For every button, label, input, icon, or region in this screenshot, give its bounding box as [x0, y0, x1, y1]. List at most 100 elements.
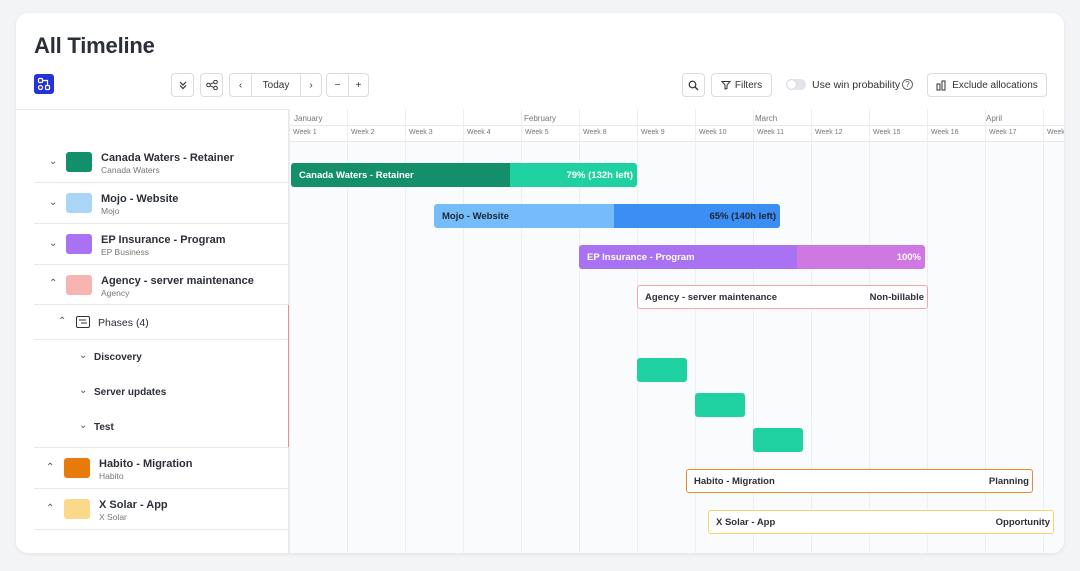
- bar-label: Canada Waters - Retainer: [291, 163, 510, 187]
- week-label: Week 11: [757, 129, 784, 136]
- bar-mojo[interactable]: Mojo - Website 65% (140h left): [434, 204, 780, 228]
- zoom-in-button[interactable]: +: [348, 74, 368, 96]
- project-client: Agency: [101, 288, 130, 298]
- bar-habito[interactable]: Habito - Migration Planning: [686, 469, 1033, 493]
- month-label: January: [294, 114, 323, 123]
- project-name: X Solar - App: [99, 499, 168, 511]
- chevron-down-icon[interactable]: ⌄: [49, 197, 57, 208]
- bar-label: X Solar - App: [716, 516, 776, 528]
- bar-agency[interactable]: Agency - server maintenance Non-billable: [637, 285, 928, 309]
- week-label: Week 9: [641, 129, 665, 136]
- chevron-down-icon[interactable]: ⌄: [49, 238, 57, 249]
- project-client: X Solar: [99, 512, 127, 522]
- week-label: Week 4: [467, 129, 491, 136]
- exclude-allocations-label: Exclude allocations: [952, 79, 1038, 91]
- timeline-card: All Timeline ‹ Today › − + Filters Use w…: [16, 13, 1064, 553]
- bar-status: Opportunity: [995, 516, 1050, 528]
- project-row-mojo[interactable]: ⌄ Mojo - Website Mojo: [34, 183, 288, 224]
- chevron-down-icon[interactable]: ⌄: [79, 420, 87, 431]
- project-client: Canada Waters: [101, 165, 160, 175]
- project-row-ep-insurance[interactable]: ⌄ EP Insurance - Program EP Business: [34, 224, 288, 265]
- search-button[interactable]: [682, 73, 705, 97]
- bar-label: Habito - Migration: [694, 475, 775, 487]
- project-color-swatch: [66, 275, 92, 295]
- collapse-all-button[interactable]: [171, 73, 194, 97]
- project-name: Mojo - Website: [101, 193, 179, 205]
- win-probability-toggle[interactable]: [786, 79, 806, 90]
- week-label: Week 10: [699, 129, 727, 136]
- project-row-agency[interactable]: ⌃ Agency - server maintenance Agency: [34, 265, 288, 305]
- chevron-up-icon[interactable]: ⌃: [46, 503, 54, 514]
- help-icon[interactable]: ?: [902, 79, 913, 90]
- chevron-left-icon: ‹: [238, 79, 243, 91]
- share-icon: [205, 80, 218, 90]
- bar-canada-waters[interactable]: Canada Waters - Retainer 79% (132h left): [291, 163, 637, 187]
- chevron-up-icon[interactable]: ⌃: [49, 278, 57, 289]
- chevron-up-icon[interactable]: ⌃: [46, 462, 54, 473]
- project-color-swatch: [66, 152, 92, 172]
- week-label: Week 15: [873, 129, 901, 136]
- chevron-down-icon[interactable]: ⌄: [79, 350, 87, 361]
- bar-progress: 79% (132h left): [510, 163, 637, 187]
- project-row-canada-waters[interactable]: ⌄ Canada Waters - Retainer Canada Waters: [34, 142, 288, 183]
- phases-header-row[interactable]: ⌃ Phases (4): [34, 305, 288, 340]
- bar-label: Agency - server maintenance: [645, 291, 778, 303]
- phase-bar-discovery[interactable]: [637, 358, 687, 382]
- project-name: Agency - server maintenance: [101, 275, 254, 287]
- project-color-swatch: [66, 193, 92, 213]
- project-client: EP Business: [101, 247, 150, 257]
- zoom-out-button[interactable]: −: [327, 74, 348, 96]
- filter-icon: [720, 81, 731, 90]
- phase-bar-test[interactable]: [753, 428, 803, 452]
- phase-bar-server-updates[interactable]: [695, 393, 745, 417]
- project-client: Habito: [99, 471, 124, 481]
- week-column: [637, 109, 638, 553]
- phase-row-server-updates[interactable]: ⌄ Server updates: [34, 375, 288, 410]
- week-label: Week 17: [989, 129, 1017, 136]
- bar-status: Non-billable: [869, 291, 924, 303]
- bar-chart-icon: [936, 80, 946, 90]
- exclude-allocations-button[interactable]: Exclude allocations: [927, 73, 1047, 97]
- chevron-down-icon[interactable]: ⌄: [49, 156, 57, 167]
- project-name: EP Insurance - Program: [101, 234, 226, 246]
- bar-label: Mojo - Website: [434, 204, 614, 228]
- bar-status: Planning: [988, 475, 1029, 487]
- zoom-controls: − +: [326, 73, 369, 97]
- app-logo-icon[interactable]: [34, 74, 54, 94]
- today-button[interactable]: Today: [251, 74, 300, 96]
- week-label: Week 5: [525, 129, 549, 136]
- project-client: Mojo: [101, 206, 120, 216]
- filters-button[interactable]: Filters: [711, 73, 772, 97]
- share-button[interactable]: [200, 73, 223, 97]
- chevron-down-icon[interactable]: ⌄: [79, 385, 87, 396]
- filters-label: Filters: [734, 79, 763, 91]
- phase-name: Test: [94, 422, 114, 433]
- week-label: Week 12: [815, 129, 843, 136]
- win-probability-label: Use win probability: [812, 79, 901, 91]
- previous-button[interactable]: ‹: [230, 74, 251, 96]
- phase-row-discovery[interactable]: ⌄ Discovery: [34, 340, 288, 375]
- project-row-x-solar[interactable]: ⌃ X Solar - App X Solar: [34, 489, 288, 530]
- project-name: Canada Waters - Retainer: [101, 152, 234, 164]
- week-label: Week 8: [583, 129, 607, 136]
- phase-row-test[interactable]: ⌄ Test: [34, 410, 288, 448]
- month-label: March: [755, 114, 778, 123]
- project-row-habito[interactable]: ⌃ Habito - Migration Habito: [34, 448, 288, 489]
- project-color-swatch: [64, 458, 90, 478]
- chevron-up-icon[interactable]: ⌃: [58, 316, 66, 327]
- bar-x-solar[interactable]: X Solar - App Opportunity: [708, 510, 1054, 534]
- week-label: Week: [1047, 129, 1064, 136]
- week-label: Week 2: [351, 129, 375, 136]
- bar-ep-insurance[interactable]: EP Insurance - Program 100%: [579, 245, 925, 269]
- phase-name: Server updates: [94, 387, 167, 398]
- project-color-swatch: [66, 234, 92, 254]
- phases-icon: [76, 316, 90, 328]
- phases-header-label: Phases (4): [98, 317, 149, 329]
- phase-name: Discovery: [94, 352, 142, 363]
- next-button[interactable]: ›: [300, 74, 321, 96]
- project-name: Habito - Migration: [99, 458, 193, 470]
- week-column: [1043, 109, 1044, 553]
- page-title: All Timeline: [34, 33, 155, 58]
- month-label: February: [524, 114, 557, 123]
- week-label: Week 1: [293, 129, 317, 136]
